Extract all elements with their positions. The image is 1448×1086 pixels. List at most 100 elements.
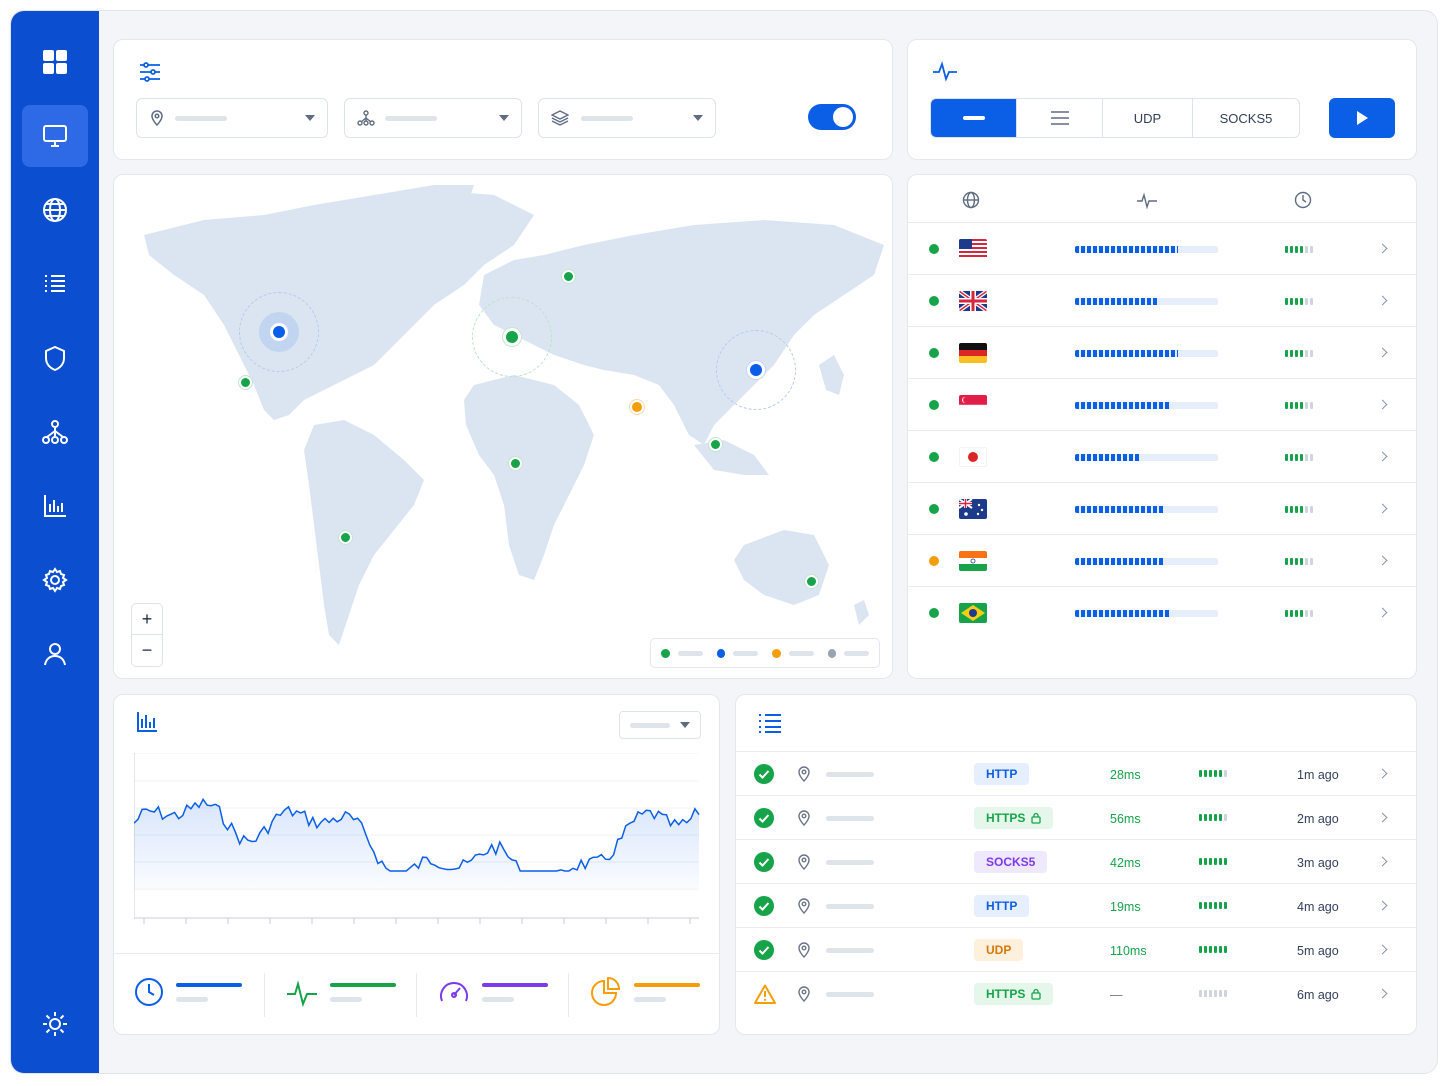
layer-placeholder xyxy=(581,115,633,121)
signal-bar xyxy=(1219,902,1222,909)
theme-toggle[interactable] xyxy=(22,993,88,1055)
clock-icon xyxy=(1294,191,1312,209)
signal-bar xyxy=(1209,946,1212,953)
layers-icon xyxy=(551,110,569,126)
chevron-right-icon[interactable] xyxy=(1377,451,1388,462)
protocol-label: UDP xyxy=(986,943,1012,957)
pulse-icon xyxy=(287,980,317,1007)
chevron-right-icon[interactable] xyxy=(1377,988,1388,999)
chevron-right-icon[interactable] xyxy=(1377,295,1388,306)
legend-label xyxy=(844,650,869,656)
protocol-option-minimal[interactable] xyxy=(931,99,1017,137)
map-pin-selected-dot[interactable] xyxy=(270,323,288,341)
signal-bar xyxy=(1310,402,1313,409)
pulse-icon xyxy=(1137,192,1157,209)
signal-bar xyxy=(1219,946,1222,953)
signal-bar xyxy=(1295,454,1298,461)
chevron-right-icon[interactable] xyxy=(1377,856,1388,867)
map-pin[interactable] xyxy=(339,531,352,544)
protocol-option-socks5[interactable]: SOCKS5 xyxy=(1193,99,1299,137)
chevron-right-icon[interactable] xyxy=(1377,768,1388,779)
chevron-right-icon[interactable] xyxy=(1377,607,1388,618)
signal-bar xyxy=(1300,246,1303,253)
chevron-right-icon[interactable] xyxy=(1377,347,1388,358)
sidebar-item-account[interactable] xyxy=(22,623,88,685)
check-circle-icon xyxy=(754,852,774,872)
layer-dropdown[interactable] xyxy=(538,98,716,138)
chevron-right-icon[interactable] xyxy=(1377,944,1388,955)
protocol-label: HTTP xyxy=(986,767,1018,781)
signal-bar xyxy=(1224,902,1227,909)
protocol-option-udp[interactable]: UDP xyxy=(1103,99,1193,137)
server-row-gb[interactable] xyxy=(908,274,1416,326)
connection-row[interactable]: HTTP 19ms 4m ago xyxy=(736,883,1416,927)
legend-label xyxy=(788,650,814,656)
chevron-down-icon xyxy=(680,722,690,728)
chevron-right-icon[interactable] xyxy=(1377,812,1388,823)
chevron-right-icon[interactable] xyxy=(1377,399,1388,410)
lock-icon xyxy=(1031,812,1041,824)
connection-row[interactable]: SOCKS5 42ms 3m ago xyxy=(736,839,1416,883)
map-pin-warning[interactable] xyxy=(630,400,644,414)
server-row-us[interactable] xyxy=(908,222,1416,274)
sidebar-item-security[interactable] xyxy=(22,327,88,389)
connection-row[interactable]: HTTPS 56ms 2m ago xyxy=(736,795,1416,839)
network-dropdown[interactable] xyxy=(344,98,522,138)
world-map xyxy=(144,185,884,645)
flag-de-icon xyxy=(959,343,987,363)
chevron-right-icon[interactable] xyxy=(1377,900,1388,911)
speedometer-icon xyxy=(440,982,468,1002)
signal-bar xyxy=(1214,946,1217,953)
chevron-right-icon[interactable] xyxy=(1377,503,1388,514)
server-row-br[interactable] xyxy=(908,586,1416,638)
sidebar-item-network[interactable] xyxy=(22,401,88,463)
traffic-chart xyxy=(134,753,700,924)
map-pin[interactable] xyxy=(239,376,252,389)
connection-signal xyxy=(1199,990,1227,997)
sidebar-item-monitor[interactable] xyxy=(22,105,88,167)
signal-bar xyxy=(1199,770,1202,777)
server-status-dot xyxy=(929,608,939,618)
server-row-jp[interactable] xyxy=(908,430,1416,482)
zoom-out-button[interactable]: − xyxy=(132,635,162,666)
map-pin[interactable] xyxy=(562,270,575,283)
sidebar-item-analytics[interactable] xyxy=(22,475,88,537)
server-row-de[interactable] xyxy=(908,326,1416,378)
chart-divider xyxy=(114,953,719,954)
sidebar-item-globe[interactable] xyxy=(22,179,88,241)
signal-bar xyxy=(1209,858,1212,865)
map-pin[interactable] xyxy=(509,457,522,470)
signal-bar xyxy=(1305,610,1308,617)
filter-toggle[interactable] xyxy=(808,104,856,130)
protocol-option-list[interactable] xyxy=(1017,99,1103,137)
map-pin[interactable] xyxy=(805,575,818,588)
map-pin[interactable] xyxy=(709,438,722,451)
server-status-dot xyxy=(929,348,939,358)
chevron-right-icon[interactable] xyxy=(1377,243,1388,254)
map-pin-europe[interactable] xyxy=(503,328,521,346)
connection-row[interactable]: HTTP 28ms 1m ago xyxy=(736,751,1416,795)
sidebar-item-settings[interactable] xyxy=(22,549,88,611)
signal-bar xyxy=(1305,350,1308,357)
signal-bar xyxy=(1300,506,1303,513)
server-signal xyxy=(1285,610,1313,617)
sliders-icon[interactable] xyxy=(138,60,162,84)
server-row-au[interactable] xyxy=(908,482,1416,534)
stat-bar xyxy=(330,983,396,987)
connection-time: 3m ago xyxy=(1297,856,1339,870)
range-dropdown[interactable] xyxy=(619,711,701,739)
dashboard-icon xyxy=(43,50,67,74)
chevron-right-icon[interactable] xyxy=(1377,555,1388,566)
sidebar-item-list[interactable] xyxy=(22,253,88,315)
sidebar-item-dashboard[interactable] xyxy=(22,31,88,93)
stat-uptime xyxy=(286,975,411,1015)
connect-button[interactable] xyxy=(1329,98,1395,138)
zoom-in-button[interactable]: + xyxy=(132,604,162,635)
map-pin-asia[interactable] xyxy=(747,361,765,379)
lock-icon xyxy=(1031,988,1041,1000)
location-dropdown[interactable] xyxy=(136,98,328,138)
server-row-in[interactable] xyxy=(908,534,1416,586)
server-row-sg[interactable] xyxy=(908,378,1416,430)
connection-row[interactable]: HTTPS — 6m ago xyxy=(736,971,1416,1015)
connection-row[interactable]: UDP 110ms 5m ago xyxy=(736,927,1416,971)
